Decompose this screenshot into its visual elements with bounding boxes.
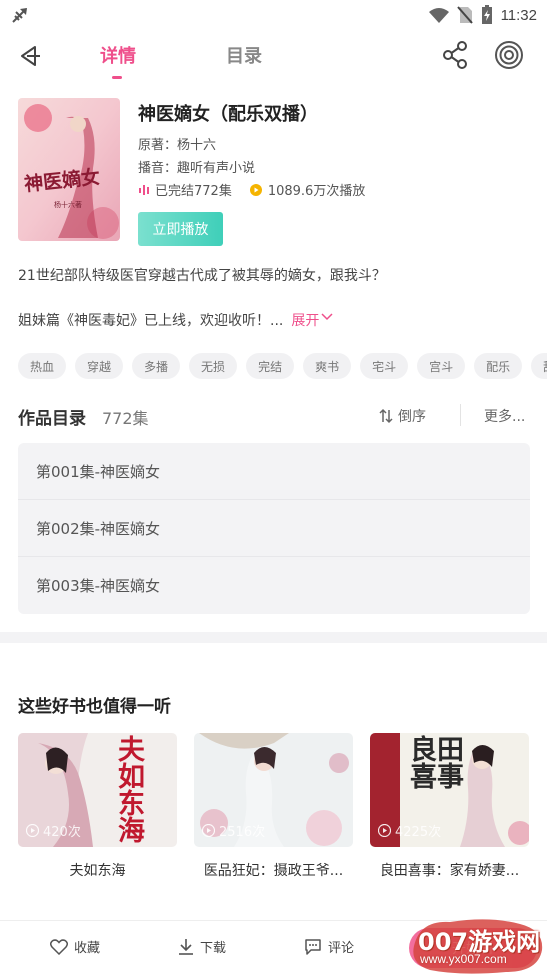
book-narrator: 播音：趣听有声小说 xyxy=(138,161,256,176)
recommend-card[interactable]: 2516次 医品狂妃：摄政王爷... xyxy=(194,733,353,880)
book-title: 神医嫡女（配乐双播） xyxy=(138,104,318,125)
recommend-name: 夫如东海 xyxy=(69,863,126,879)
recommend-count: 2516次 xyxy=(219,825,266,840)
back-icon[interactable] xyxy=(16,42,44,70)
no-sim-icon xyxy=(456,6,473,24)
section-separator xyxy=(0,632,547,643)
recommend-cover: 夫如东海 420次 xyxy=(18,733,177,847)
cover-author: 杨十六著 xyxy=(54,201,82,209)
chevron-down-icon xyxy=(321,313,333,321)
recommend-count: 4225次 xyxy=(395,825,442,840)
divider xyxy=(460,404,461,426)
favorite-label: 收藏 xyxy=(74,941,101,956)
tag[interactable]: 热血 xyxy=(18,353,67,379)
episode-list: 第001集-神医嫡女 第002集-神医嫡女 第003集-神医嫡女 xyxy=(18,443,530,614)
tag[interactable]: 宫斗 xyxy=(417,353,466,379)
sort-label: 倒序 xyxy=(398,409,426,425)
sort-button[interactable]: 倒序 xyxy=(378,406,426,426)
recommend-cover-text: 夫如东海 xyxy=(118,735,145,847)
expand-label: 展开 xyxy=(291,313,320,329)
feather-icon xyxy=(12,8,27,23)
comment-icon xyxy=(305,939,321,955)
tag[interactable]: 宅斗 xyxy=(360,353,409,379)
book-status: 已完结772集 xyxy=(155,184,232,199)
recommend-card[interactable]: 良田喜事 4225次 良田喜事：家有娇妻... xyxy=(370,733,529,880)
book-stats: 已完结772集 1089.6万次播放 xyxy=(138,180,365,199)
catalog-count: 772集 xyxy=(102,409,149,428)
tag[interactable]: 穿越 xyxy=(75,353,124,379)
heart-icon xyxy=(50,938,68,955)
download-icon xyxy=(179,938,193,955)
recommend-cover-text: 良田喜事 xyxy=(410,735,464,793)
watermark-url: www.yx007.com xyxy=(420,952,507,966)
audio-wave-icon xyxy=(139,184,149,195)
tag-list: 热血 穿越 多播 无损 完结 爽书 宅斗 宫斗 配乐 甜 xyxy=(18,353,547,380)
recommend-name: 良田喜事：家有娇妻... xyxy=(379,863,520,879)
episode-item[interactable]: 第002集-神医嫡女 xyxy=(18,500,530,557)
play-icon xyxy=(26,824,39,837)
tag[interactable]: 甜 xyxy=(531,353,547,379)
comment-label: 评论 xyxy=(328,941,355,956)
battery-charging-icon xyxy=(481,5,492,24)
share-icon[interactable] xyxy=(441,40,469,70)
recommend-card[interactable]: 夫如东海 420次 夫如东海 xyxy=(18,733,177,880)
tag[interactable]: 爽书 xyxy=(303,353,352,379)
expand-button[interactable]: 展开 xyxy=(291,313,333,329)
status-right: 11:32 xyxy=(428,4,537,26)
disc-icon[interactable] xyxy=(494,40,524,70)
book-plays: 1089.6万次播放 xyxy=(267,184,366,199)
sort-icon xyxy=(379,408,393,424)
recommend-count: 420次 xyxy=(43,825,81,840)
favorite-button[interactable]: 收藏 xyxy=(50,937,100,956)
play-now-button[interactable]: 立即播放 xyxy=(138,212,223,246)
episode-item[interactable]: 第001集-神医嫡女 xyxy=(18,443,530,500)
recommend-name: 医品狂妃：摄政王爷... xyxy=(203,863,344,879)
tag[interactable]: 配乐 xyxy=(474,353,523,379)
catalog-title: 作品目录 xyxy=(18,409,86,429)
status-time: 11:32 xyxy=(500,6,537,24)
play-icon xyxy=(202,824,215,837)
book-author: 原著：杨十六 xyxy=(138,138,217,153)
tag[interactable]: 无损 xyxy=(189,353,238,379)
recommend-cover: 2516次 xyxy=(194,733,353,847)
book-cover[interactable]: 神医嫡女 杨十六著 xyxy=(18,98,120,241)
comment-button[interactable]: 评论 xyxy=(304,937,354,956)
description-line-1: 21世纪部队特级医官穿越古代成了被其辱的嫡女，跟我斗？ xyxy=(18,268,386,284)
recommend-play-count: 2516次 xyxy=(202,821,265,840)
download-label: 下载 xyxy=(200,941,227,956)
more-episodes-button[interactable]: 更多... xyxy=(484,406,525,426)
recommend-cover: 良田喜事 4225次 xyxy=(370,733,529,847)
recommend-play-count: 420次 xyxy=(26,821,81,840)
status-bar: 11:32 xyxy=(0,0,547,30)
play-count-icon xyxy=(249,183,262,196)
tag[interactable]: 多播 xyxy=(132,353,181,379)
download-button[interactable]: 下载 xyxy=(178,937,226,956)
wifi-icon xyxy=(428,8,449,23)
recommend-play-count: 4225次 xyxy=(378,821,441,840)
recommend-title: 这些好书也值得一听 xyxy=(18,697,171,717)
active-tab-indicator xyxy=(112,76,122,79)
tab-detail[interactable]: 详情 xyxy=(100,42,136,68)
tag[interactable]: 完结 xyxy=(246,353,295,379)
play-icon xyxy=(378,824,391,837)
tab-catalog[interactable]: 目录 xyxy=(226,42,262,68)
description-text: 姐妹篇《神医毒妃》已上线，欢迎收听！... xyxy=(18,313,284,329)
episode-item[interactable]: 第003集-神医嫡女 xyxy=(18,557,530,614)
top-nav: 详情 目录 xyxy=(0,30,547,82)
description-line-2: 姐妹篇《神医毒妃》已上线，欢迎收听！... 展开 xyxy=(18,310,333,330)
